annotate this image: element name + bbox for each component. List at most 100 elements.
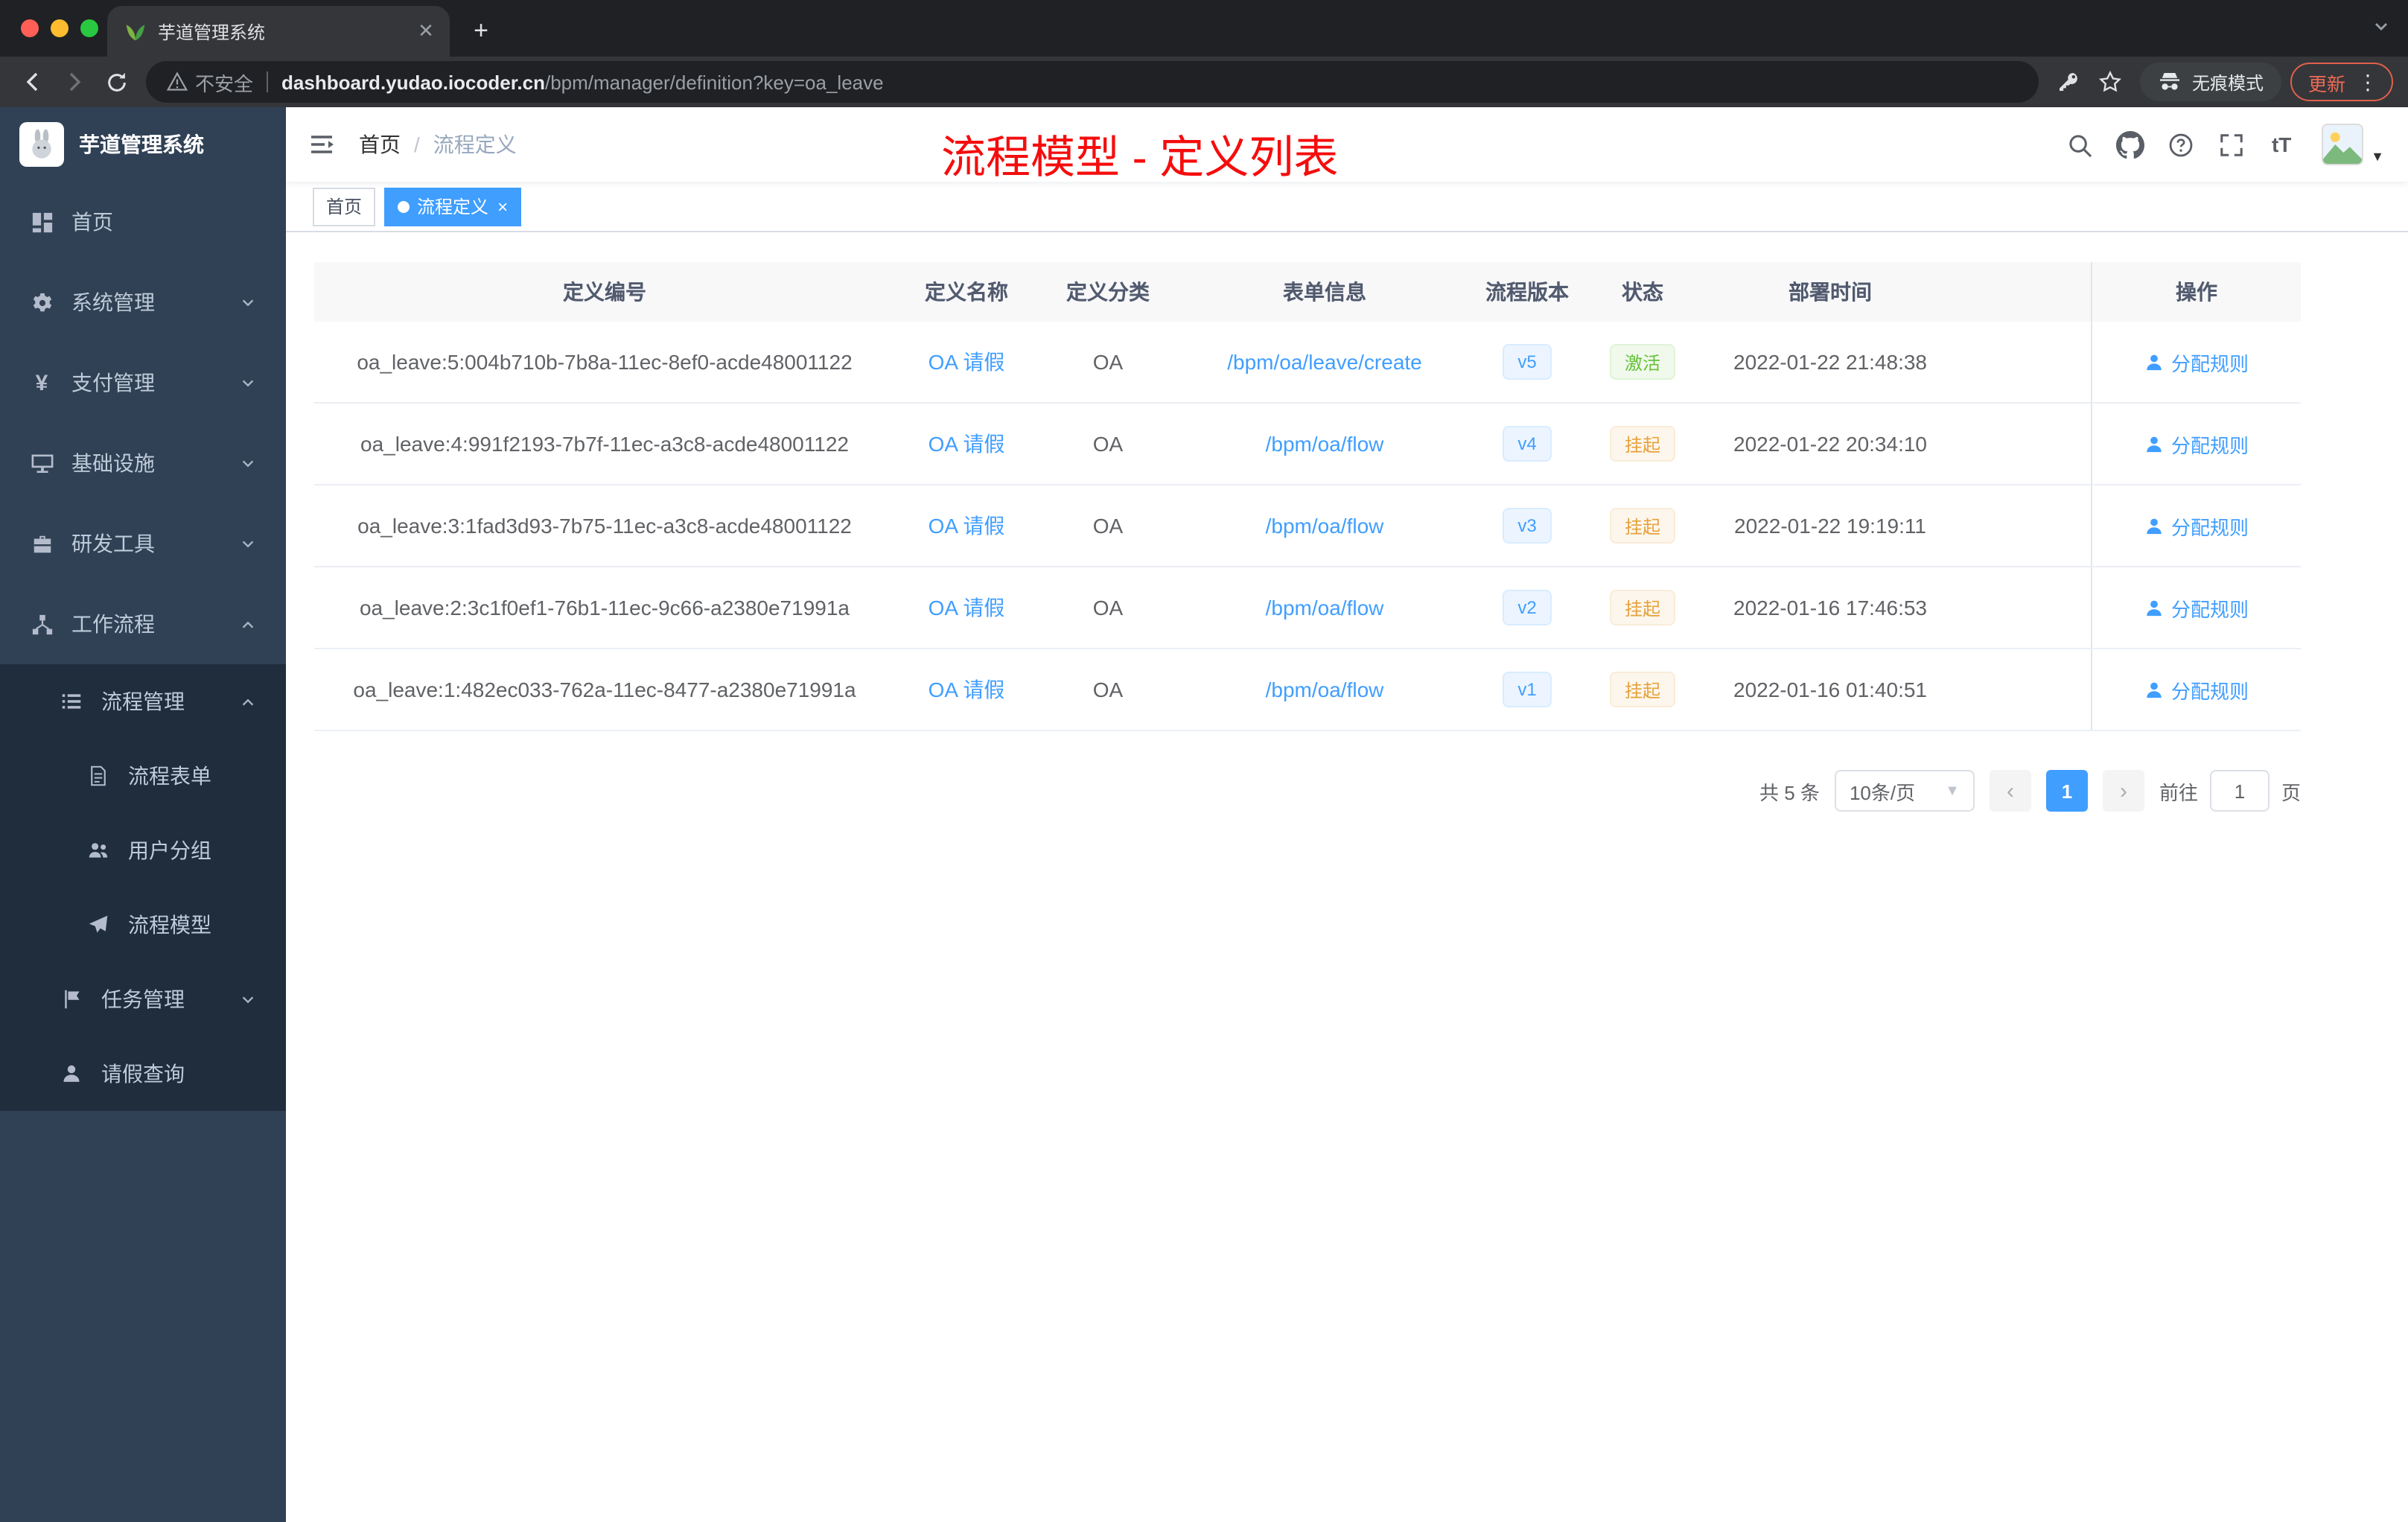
update-label: 更新	[2307, 74, 2345, 95]
assign-rule-button[interactable]: 分配规则	[2144, 348, 2249, 376]
chevron-down-icon: ▼	[1945, 783, 1960, 799]
form-info-link[interactable]: /bpm/oa/flow	[1266, 514, 1384, 538]
assign-rule-button[interactable]: 分配规则	[2144, 675, 2249, 704]
status-badge: 挂起	[1609, 508, 1675, 544]
col-header: 表单信息	[1283, 280, 1366, 304]
sidebar-item-label: 系统管理	[71, 290, 155, 314]
definition-name-link[interactable]: OA 请假	[929, 675, 1005, 704]
chrome-update-button[interactable]: 更新 ⋮	[2290, 63, 2393, 101]
col-header: 定义分类	[1066, 280, 1150, 304]
definition-name-link[interactable]: OA 请假	[929, 347, 1005, 377]
reload-icon[interactable]	[95, 61, 137, 103]
sidebar-item-user-groups[interactable]: 用户分组	[0, 813, 286, 888]
definition-name-link[interactable]: OA 请假	[929, 511, 1005, 541]
cell-deploy-time: 2022-01-22 21:48:38	[1733, 350, 1927, 374]
user-icon	[2147, 354, 2162, 370]
sidebar-item-home[interactable]: 首页	[0, 182, 286, 262]
col-header: 操作	[2091, 262, 2301, 322]
cell-category: OA	[1092, 350, 1124, 374]
version-tag: v5	[1503, 344, 1552, 380]
assign-rule-button[interactable]: 分配规则	[2144, 430, 2249, 458]
sidebar-item-process-management[interactable]: 流程管理	[0, 664, 286, 739]
sidebar-logo[interactable]: 芋道管理系统	[0, 107, 286, 182]
sidebar-item-system[interactable]: 系统管理	[0, 262, 286, 343]
back-icon[interactable]	[12, 61, 54, 103]
tag-home[interactable]: 首页	[313, 187, 376, 226]
definition-name-link[interactable]: OA 请假	[929, 429, 1005, 459]
prev-page-button[interactable]: ‹	[1989, 770, 2031, 812]
sidebar-item-infrastructure[interactable]: 基础设施	[0, 423, 286, 503]
status-badge: 挂起	[1609, 672, 1675, 707]
action-label: 分配规则	[2170, 598, 2249, 620]
cell-definition-id: oa_leave:5:004b710b-7b8a-11ec-8ef0-acde4…	[357, 350, 853, 374]
form-info-link[interactable]: /bpm/oa/flow	[1266, 596, 1384, 620]
tab-close-icon[interactable]: ✕	[414, 19, 438, 43]
goto-page-input[interactable]	[2209, 770, 2270, 812]
cell-category: OA	[1092, 514, 1124, 538]
sidebar-item-payment[interactable]: ¥ 支付管理	[0, 343, 286, 423]
favicon-leaf-icon	[125, 21, 146, 42]
page-number-button[interactable]: 1	[2045, 770, 2088, 812]
bookmark-star-icon[interactable]	[2089, 61, 2131, 103]
security-warning[interactable]: 不安全	[167, 68, 253, 96]
sidebar-item-process-forms[interactable]: 流程表单	[0, 739, 286, 813]
new-tab-button[interactable]: +	[462, 12, 500, 51]
annotation-overlay: 流程模型 - 定义列表	[941, 134, 1339, 183]
next-page-button[interactable]: ›	[2102, 770, 2144, 812]
browser-tab[interactable]: 芋道管理系统 ✕	[107, 6, 450, 57]
sidebar-item-leave-query[interactable]: 请假查询	[0, 1037, 286, 1111]
minimize-window-button[interactable]	[51, 19, 69, 37]
caret-down-icon: ▼	[2371, 149, 2384, 164]
app-title: 芋道管理系统	[79, 133, 204, 156]
top-navbar: 首页 / 流程定义 tT ▼	[286, 107, 2408, 182]
definition-table: 定义编号 定义名称 定义分类 表单信息 流程版本 状态 部署时间 操作 oa_l…	[314, 262, 2301, 731]
font-size-icon[interactable]: tT	[2259, 122, 2304, 167]
app-root: 芋道管理系统 首页 系统管理 ¥ 支付管理 基础设施 研发工具 工作流程 流程管…	[0, 107, 2408, 1522]
tags-view: 首页 流程定义 ×	[286, 182, 2408, 232]
sidebar-item-dev-tools[interactable]: 研发工具	[0, 503, 286, 584]
forward-icon[interactable]	[54, 61, 95, 103]
action-label: 分配规则	[2170, 516, 2249, 538]
sidebar-item-label: 首页	[71, 210, 113, 234]
sidebar-item-workflow[interactable]: 工作流程	[0, 584, 286, 664]
user-group-icon	[86, 840, 110, 861]
hamburger-icon[interactable]	[286, 107, 357, 182]
user-menu[interactable]: ▼	[2322, 124, 2384, 165]
tab-search-chevron-icon[interactable]	[2372, 18, 2390, 36]
form-info-link[interactable]: /bpm/oa/flow	[1266, 678, 1384, 701]
tag-close-icon[interactable]: ×	[497, 196, 508, 217]
address-bar[interactable]: 不安全 dashboard.yudao.iocoder.cn /bpm/mana…	[146, 61, 2039, 103]
assign-rule-button[interactable]: 分配规则	[2144, 593, 2249, 622]
user-icon	[2147, 436, 2162, 452]
assign-rule-button[interactable]: 分配规则	[2144, 512, 2249, 540]
goto-label: 前往	[2159, 781, 2198, 803]
page-size-select[interactable]: 10条/页 ▼	[1834, 770, 1975, 812]
breadcrumb-home[interactable]: 首页	[359, 130, 401, 159]
password-key-icon[interactable]	[2048, 61, 2089, 103]
help-icon[interactable]	[2158, 122, 2202, 167]
tag-process-definition[interactable]: 流程定义 ×	[384, 187, 522, 226]
chevron-down-icon	[240, 455, 256, 471]
definition-name-link[interactable]: OA 请假	[929, 593, 1005, 623]
dev-tools-icon	[30, 532, 54, 555]
table-row: oa_leave:5:004b710b-7b8a-11ec-8ef0-acde4…	[314, 322, 2301, 404]
github-icon[interactable]	[2107, 122, 2152, 167]
close-window-button[interactable]	[21, 19, 39, 37]
incognito-badge[interactable]: 无痕模式	[2139, 63, 2281, 101]
fullscreen-icon[interactable]	[2208, 122, 2253, 167]
form-info-link[interactable]: /bpm/oa/flow	[1266, 432, 1384, 456]
status-badge: 挂起	[1609, 590, 1675, 625]
page-unit-label: 页	[2281, 781, 2301, 803]
zoom-window-button[interactable]	[80, 19, 98, 37]
col-header: 定义编号	[563, 280, 646, 304]
browser-menu-icon[interactable]: ⋮	[2357, 69, 2378, 95]
table-row: oa_leave:4:991f2193-7b7f-11ec-a3c8-acde4…	[314, 404, 2301, 485]
workflow-icon	[30, 613, 54, 635]
breadcrumb-current: 流程定义	[433, 133, 517, 156]
sidebar-item-process-models[interactable]: 流程模型	[0, 888, 286, 962]
search-icon[interactable]	[2057, 122, 2101, 167]
version-tag: v1	[1503, 672, 1552, 707]
cell-deploy-time: 2022-01-22 20:34:10	[1733, 432, 1927, 456]
sidebar-item-task-management[interactable]: 任务管理	[0, 962, 286, 1037]
form-info-link[interactable]: /bpm/oa/leave/create	[1227, 350, 1422, 374]
